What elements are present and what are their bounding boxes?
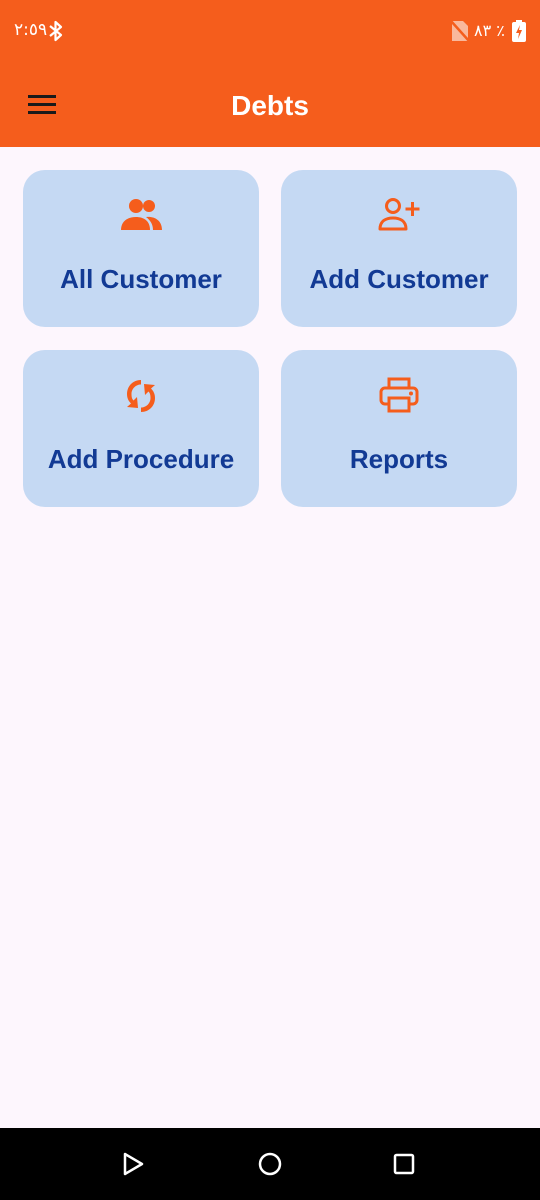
add-procedure-card[interactable]: Add Procedure: [23, 350, 259, 507]
recents-square-icon[interactable]: [390, 1150, 418, 1178]
people-icon: [121, 199, 162, 230]
bluetooth-icon: [49, 20, 63, 42]
all-customer-card[interactable]: All Customer: [23, 170, 259, 327]
page-title: Debts: [231, 90, 309, 121]
status-bar: ٢:٥٩ ٨٣ ٪: [0, 0, 540, 62]
card-label: All Customer: [60, 264, 222, 294]
back-triangle-icon[interactable]: [119, 1150, 147, 1178]
system-navigation-bar: [0, 1128, 540, 1200]
printer-icon: [379, 377, 419, 413]
sync-icon: [127, 380, 155, 412]
card-label: Add Customer: [309, 264, 489, 294]
add-customer-card[interactable]: Add Customer: [281, 170, 517, 327]
card-label: Reports: [349, 444, 449, 474]
no-sim-icon: [450, 20, 470, 42]
battery-percentage: ٨٣ ٪: [474, 21, 505, 40]
reports-card[interactable]: Reports: [281, 350, 517, 507]
app-bar: ٢:٥٩ ٨٣ ٪ Debts: [0, 0, 540, 147]
battery-charging-icon: [512, 20, 526, 42]
status-time: ٢:٥٩: [14, 20, 48, 40]
card-label: Add Procedure: [47, 444, 235, 474]
person-add-icon: [378, 198, 420, 231]
home-circle-icon[interactable]: [256, 1150, 284, 1178]
